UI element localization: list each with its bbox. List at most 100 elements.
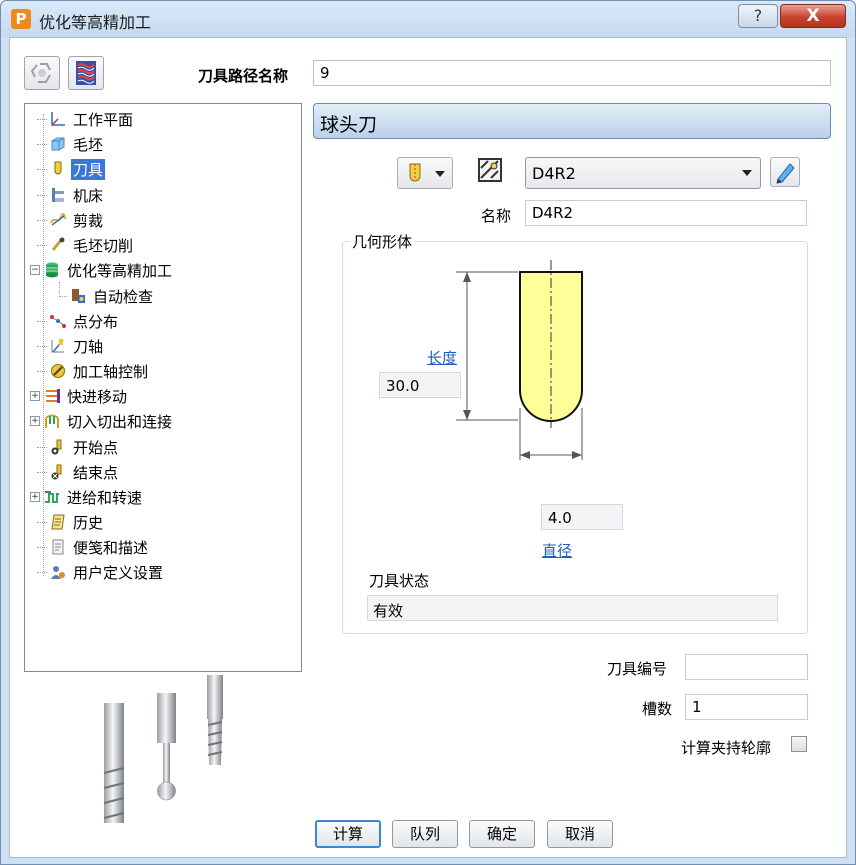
tree-label: 开始点 — [73, 438, 119, 457]
axis-control-icon — [51, 364, 65, 378]
tree-label: 毛坯 — [73, 135, 104, 154]
cancel-button[interactable]: 取消 — [547, 820, 613, 848]
strategy-icon — [46, 262, 58, 278]
collapse-toggle-icon[interactable]: − — [30, 265, 40, 275]
tree-label: 刀轴 — [73, 337, 104, 356]
tree-label: 工作平面 — [73, 110, 134, 129]
tree-label: 优化等高精加工 — [67, 261, 173, 280]
tool-create-dropdown[interactable] — [397, 157, 453, 189]
tree-label: 点分布 — [73, 312, 119, 331]
tree-item-end-point[interactable]: 结束点 — [37, 461, 120, 483]
tool-database-icon — [478, 158, 502, 182]
tree-item-strategy[interactable]: − 优化等高精加工 — [30, 259, 174, 281]
tree-label: 剪裁 — [73, 211, 104, 230]
trim-icon — [50, 212, 66, 226]
toolpath-tree[interactable]: 工作平面 毛坯 刀具 机床 剪裁 毛坯切削 − 优化等高精加工 自动检查 点分布… — [24, 103, 302, 672]
tool-geometry-diagram — [456, 260, 583, 460]
tree-item-leads-links[interactable]: + 切入切出和连接 — [30, 410, 174, 432]
help-button[interactable]: ? — [738, 4, 778, 28]
close-button[interactable]: X — [780, 4, 846, 28]
flutes-input[interactable]: 1 — [685, 694, 808, 720]
tree-item-history[interactable]: 历史 — [37, 511, 105, 533]
toolpath-preview-icon — [76, 61, 96, 85]
tree-item-user-settings[interactable]: 用户定义设置 — [37, 561, 165, 583]
diameter-link[interactable]: 直径 — [542, 540, 572, 561]
end-point-icon — [51, 464, 62, 480]
flutes-label: 槽数 — [642, 700, 673, 718]
holder-profile-checkbox[interactable] — [791, 736, 807, 752]
tree-label: 历史 — [73, 513, 104, 532]
tree-item-point-distribution[interactable]: 点分布 — [37, 310, 120, 332]
tree-label: 进给和转速 — [67, 488, 143, 507]
tree-label: 机床 — [73, 186, 104, 205]
tree-label: 快进移动 — [67, 387, 128, 406]
tool-name-label: 名称 — [481, 207, 512, 225]
tree-label: 切入切出和连接 — [67, 412, 173, 431]
queue-button[interactable]: 队列 — [392, 820, 458, 848]
edit-tool-button[interactable] — [770, 157, 800, 187]
expand-toggle-icon[interactable]: + — [30, 391, 40, 401]
chevron-down-icon — [742, 170, 752, 176]
tool-status-field: 有效 — [367, 595, 778, 621]
dialog-body: 刀具路径名称 9 工作平面 毛坯 刀具 机床 剪裁 毛坯切削 − 优化等高精加工… — [9, 37, 847, 858]
tool-type-header: 球头刀 — [313, 103, 831, 139]
tool-name-input[interactable]: D4R2 — [525, 200, 807, 226]
tree-label: 加工轴控制 — [73, 362, 149, 381]
tree-item-block[interactable]: 毛坯 — [37, 133, 105, 155]
tool-number-input[interactable] — [685, 654, 808, 680]
app-icon: P — [11, 9, 31, 29]
expand-toggle-icon[interactable]: + — [30, 492, 40, 502]
tool-icon — [54, 161, 62, 175]
tool-number-label: 刀具编号 — [607, 660, 668, 678]
tree-item-notes[interactable]: 便笺和描述 — [37, 536, 150, 558]
tree-item-auto-check[interactable]: 自动检查 — [59, 285, 155, 307]
tool-status-label: 刀具状态 — [369, 572, 430, 590]
tree-item-axis-control[interactable]: 加工轴控制 — [37, 360, 150, 382]
tree-label: 结束点 — [73, 463, 119, 482]
pencil-icon — [776, 163, 795, 184]
tree-item-rapid-move[interactable]: + 快进移动 — [30, 385, 129, 407]
user-settings-icon — [51, 566, 65, 579]
auto-check-icon — [72, 289, 85, 303]
tree-item-start-point[interactable]: 开始点 — [37, 436, 120, 458]
rapid-move-icon — [46, 389, 60, 403]
diameter-input[interactable]: 4.0 — [541, 504, 623, 530]
notes-icon — [52, 539, 64, 555]
dialog-window: P 优化等高精加工 ? X 刀具路径名称 9 工作平面 毛坯 刀具 机床 剪裁 … — [0, 0, 856, 865]
toolpath-preview-button[interactable] — [68, 56, 104, 90]
machine-icon — [52, 188, 64, 202]
tree-label: 毛坯切削 — [73, 236, 134, 255]
workplane-icon — [51, 112, 65, 126]
chevron-down-icon — [435, 171, 445, 177]
start-point-icon — [51, 439, 62, 455]
length-input[interactable]: 30.0 — [379, 372, 461, 398]
tool-select-dropdown[interactable]: D4R2 — [525, 157, 761, 189]
toolpath-name-input[interactable]: 9 — [313, 60, 831, 86]
recycle-button[interactable] — [24, 56, 60, 90]
tree-item-feeds-speeds[interactable]: + 进给和转速 — [30, 486, 144, 508]
tree-item-tool[interactable]: 刀具 — [37, 158, 106, 180]
tool-type-title: 球头刀 — [320, 114, 378, 136]
ok-button[interactable]: 确定 — [469, 820, 535, 848]
ball-nose-tool-icon — [409, 163, 421, 182]
expand-toggle-icon[interactable]: + — [30, 416, 40, 426]
length-link[interactable]: 长度 — [427, 347, 457, 368]
tool-select-button[interactable] — [476, 156, 506, 186]
point-distribution-icon — [50, 315, 66, 328]
holder-profile-label: 计算夹持轮廓 — [681, 739, 772, 757]
block-icon — [51, 137, 65, 151]
tree-item-stock-cut[interactable]: 毛坯切削 — [37, 234, 135, 256]
leads-links-icon — [45, 414, 59, 428]
title-bar: P 优化等高精加工 ? X — [1, 1, 855, 37]
tree-item-machine[interactable]: 机床 — [37, 184, 105, 206]
tree-item-workplane[interactable]: 工作平面 — [37, 108, 135, 130]
recycle-icon — [30, 63, 51, 83]
tree-item-tool-axis[interactable]: 刀轴 — [37, 335, 105, 357]
geometry-group-title: 几何形体 — [350, 231, 415, 252]
calculate-button[interactable]: 计算 — [315, 820, 381, 848]
tool-axis-icon — [51, 339, 64, 353]
history-icon — [51, 514, 65, 530]
length-extension-lines — [456, 271, 518, 421]
tree-item-trim[interactable]: 剪裁 — [37, 209, 105, 231]
tree-label: 自动检查 — [93, 287, 154, 306]
